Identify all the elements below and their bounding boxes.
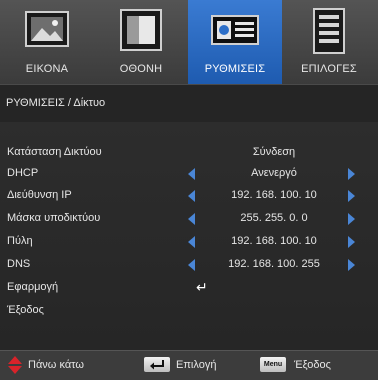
arrow-left-icon[interactable] bbox=[188, 236, 195, 248]
row-value: Σύνδεση bbox=[252, 146, 296, 158]
row-label: Κατάσταση Δικτύου bbox=[7, 146, 102, 158]
row-label: Μάσκα υποδικτύου bbox=[7, 212, 101, 224]
tab-picture[interactable]: ΕΙΚΟΝΑ bbox=[0, 0, 94, 84]
menu-key-icon: Menu bbox=[260, 357, 286, 372]
enter-key-icon bbox=[144, 357, 170, 372]
row-label: DHCP bbox=[7, 167, 39, 179]
row-value: 192. 168. 100. 255 bbox=[228, 258, 320, 270]
nav-hint-label: Πάνω κάτω bbox=[28, 359, 84, 371]
menu-row-dhcp[interactable]: DHCP Ανενεργό bbox=[0, 163, 378, 185]
menu-row-ip-address[interactable]: Διεύθυνση IP 192. 168. 100. 10 bbox=[0, 185, 378, 207]
enter-arrow-icon bbox=[150, 360, 164, 370]
menu-row-apply[interactable]: Εφαρμογή ↵ bbox=[0, 277, 378, 299]
row-value: 255. 255. 0. 0 bbox=[240, 212, 308, 224]
menu-row-gateway[interactable]: Πύλη 192. 168. 100. 10 bbox=[0, 231, 378, 253]
enter-icon[interactable]: ↵ bbox=[196, 279, 208, 296]
picture-icon bbox=[25, 11, 69, 47]
arrow-right-icon[interactable] bbox=[348, 168, 355, 180]
tab-options[interactable]: ΕΠΙΛΟΓΕΣ bbox=[282, 0, 376, 84]
arrow-right-icon[interactable] bbox=[348, 213, 355, 225]
arrow-left-icon[interactable] bbox=[188, 259, 195, 271]
row-value: Ανενεργό bbox=[251, 167, 297, 179]
tab-screen[interactable]: ΟΘΟΝΗ bbox=[94, 0, 188, 84]
options-icon bbox=[313, 8, 345, 54]
footer-hints: Πάνω κάτω Επιλογή Menu Έξοδος bbox=[0, 350, 378, 380]
exit-hint-label: Έξοδος bbox=[294, 359, 331, 371]
screen-icon bbox=[120, 9, 162, 51]
select-hint-label: Επιλογή bbox=[176, 359, 217, 371]
tab-label: ΕΠΙΛΟΓΕΣ bbox=[301, 63, 357, 75]
network-menu: Κατάσταση Δικτύου Σύνδεση DHCP Ανενεργό … bbox=[0, 122, 378, 350]
row-label: Πύλη bbox=[7, 235, 33, 247]
menu-row-exit[interactable]: Έξοδος bbox=[0, 300, 378, 322]
menu-row-dns[interactable]: DNS 192. 168. 100. 255 bbox=[0, 254, 378, 276]
arrow-left-icon[interactable] bbox=[188, 168, 195, 180]
tab-setup[interactable]: ΡΥΘΜΙΣΕΙΣ bbox=[188, 0, 282, 84]
arrow-left-icon[interactable] bbox=[188, 190, 195, 202]
setup-icon bbox=[211, 15, 259, 45]
row-value: 192. 168. 100. 10 bbox=[231, 235, 317, 247]
tab-bar: ΕΙΚΟΝΑ ΟΘΟΝΗ ΡΥΘΜΙΣΕΙΣ ΕΠΙΛΟΓΕΣ bbox=[0, 0, 378, 84]
arrow-right-icon[interactable] bbox=[348, 190, 355, 202]
arrow-right-icon[interactable] bbox=[348, 236, 355, 248]
projector-osd-menu: ΕΙΚΟΝΑ ΟΘΟΝΗ ΡΥΘΜΙΣΕΙΣ ΕΠΙΛΟΓΕΣ ΡΥΘΜΙΣΕΙ… bbox=[0, 0, 378, 380]
breadcrumb-text: ΡΥΘΜΙΣΕΙΣ / Δίκτυο bbox=[6, 97, 106, 109]
menu-row-network-status[interactable]: Κατάσταση Δικτύου Σύνδεση bbox=[0, 142, 378, 164]
row-label: DNS bbox=[7, 258, 31, 270]
menu-row-subnet-mask[interactable]: Μάσκα υποδικτύου 255. 255. 0. 0 bbox=[0, 208, 378, 230]
tab-label: ΟΘΟΝΗ bbox=[119, 63, 163, 75]
tab-label: ΡΥΘΜΙΣΕΙΣ bbox=[204, 63, 266, 75]
row-label: Εφαρμογή bbox=[7, 281, 59, 293]
arrow-right-icon[interactable] bbox=[348, 259, 355, 271]
row-label: Διεύθυνση IP bbox=[7, 189, 72, 201]
up-down-arrows-icon bbox=[8, 356, 22, 374]
breadcrumb: ΡΥΘΜΙΣΕΙΣ / Δίκτυο bbox=[0, 84, 378, 123]
row-label: Έξοδος bbox=[7, 304, 44, 316]
arrow-left-icon[interactable] bbox=[188, 213, 195, 225]
row-value: 192. 168. 100. 10 bbox=[231, 189, 317, 201]
tab-label: ΕΙΚΟΝΑ bbox=[25, 63, 69, 75]
